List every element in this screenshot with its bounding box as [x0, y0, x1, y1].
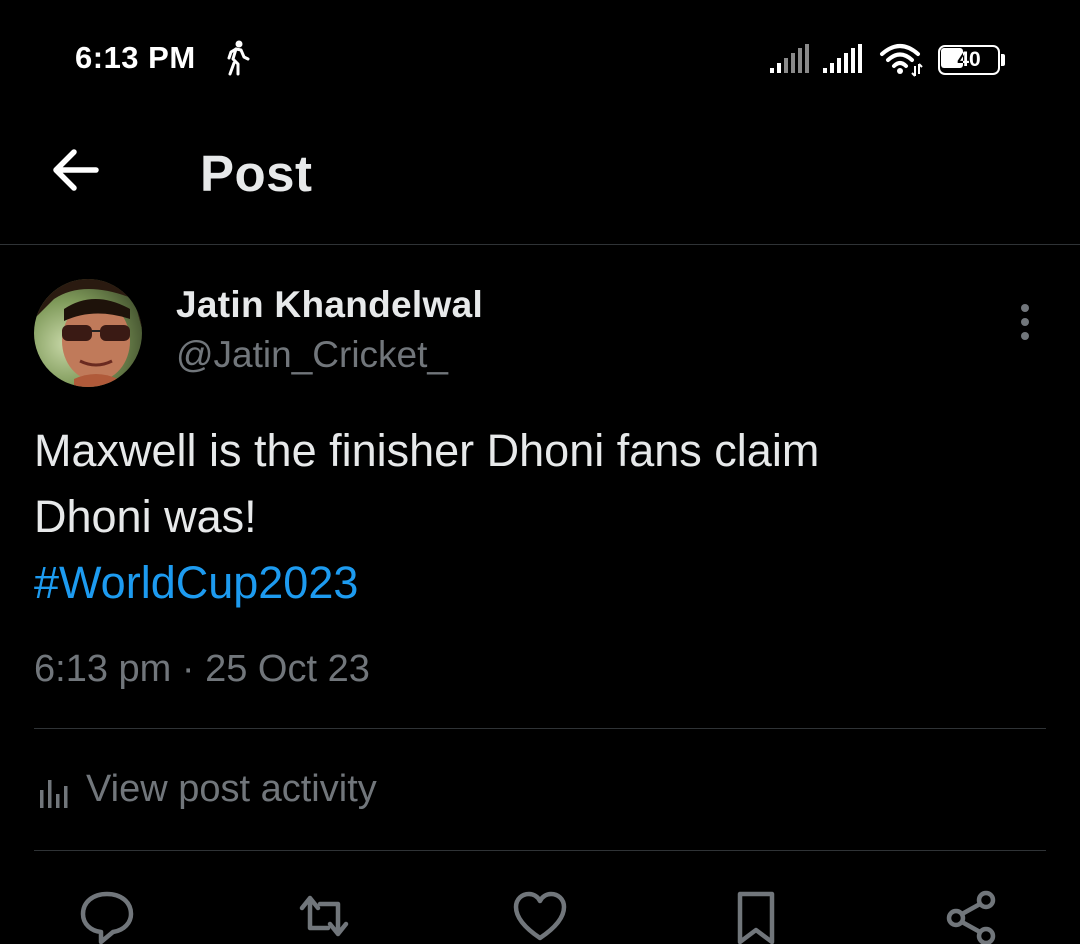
divider [34, 850, 1046, 851]
like-button[interactable] [512, 888, 568, 944]
battery-icon: 40 [938, 45, 1006, 75]
status-bar: 6:13 PM 40 [0, 0, 1080, 120]
battery-level: 40 [957, 48, 981, 71]
post-timestamp[interactable]: 6:13 pm · 25 Oct 23 [34, 648, 370, 691]
heart-icon [513, 891, 567, 941]
signal-icon [770, 44, 812, 74]
repost-icon [299, 895, 349, 937]
avatar[interactable] [34, 279, 142, 387]
arrow-left-icon [53, 149, 99, 191]
status-time: 6:13 PM [75, 40, 196, 75]
view-post-activity-button[interactable]: View post activity [34, 762, 534, 822]
page-title: Post [200, 145, 313, 202]
author-handle[interactable]: @Jatin_Cricket_ [176, 334, 448, 376]
reply-icon [80, 891, 134, 944]
post-text-line: Maxwell is the finisher Dhoni fans claim [34, 425, 820, 476]
top-app-bar: Post [0, 120, 1080, 245]
post-text-line: Dhoni was! [34, 491, 257, 542]
divider [34, 728, 1046, 729]
analytics-icon [40, 780, 68, 808]
hashtag-link[interactable]: #WorldCup2023 [34, 550, 1034, 616]
vertical-ellipsis-icon [1021, 304, 1029, 340]
back-button[interactable] [40, 140, 114, 200]
repost-button[interactable] [296, 888, 352, 944]
post-text: Maxwell is the finisher Dhoni fans claim… [34, 418, 1034, 616]
wifi-icon [879, 42, 925, 78]
author-display-name[interactable]: Jatin Khandelwal [176, 284, 483, 326]
bookmark-icon [737, 891, 775, 944]
view-post-activity-label: View post activity [86, 768, 377, 810]
bookmark-button[interactable] [728, 888, 784, 944]
share-button[interactable] [944, 888, 1000, 944]
more-options-button[interactable] [1005, 300, 1045, 344]
walk-icon [224, 40, 250, 76]
share-icon [946, 890, 996, 944]
reply-button[interactable] [79, 888, 135, 944]
signal-icon [823, 44, 865, 74]
